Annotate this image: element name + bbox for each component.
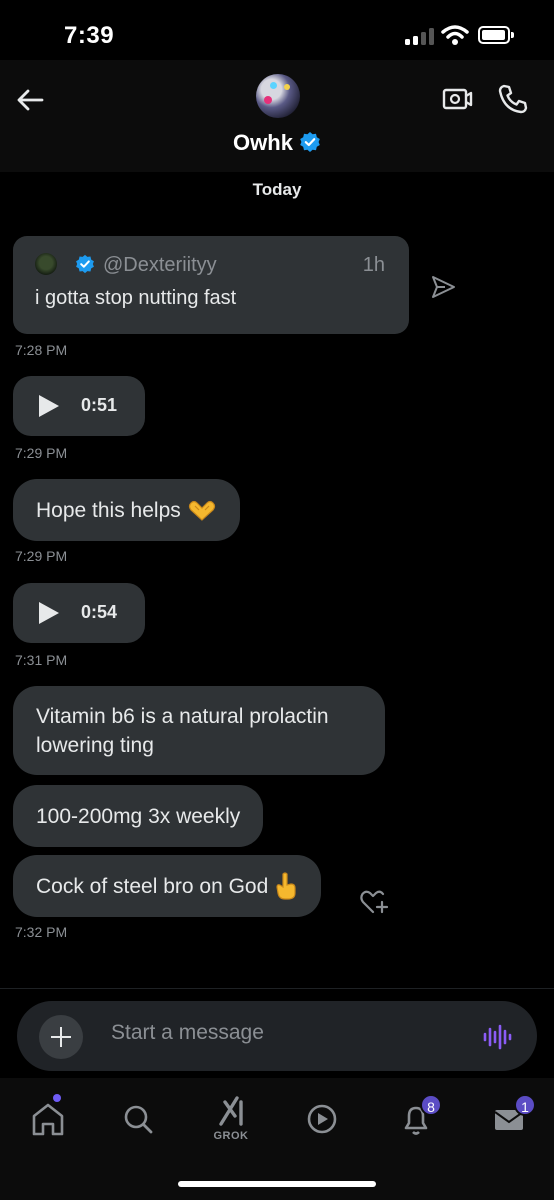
tab-messages[interactable]: 1 bbox=[486, 1094, 536, 1144]
home-unread-dot bbox=[53, 1094, 61, 1102]
message-input[interactable]: Start a message bbox=[111, 1021, 441, 1051]
message-text: Cock of steel bro on God bbox=[36, 874, 269, 898]
quoted-user-avatar bbox=[35, 253, 57, 275]
pointing-up-emoji bbox=[276, 872, 296, 900]
tab-grok[interactable]: GROK bbox=[207, 1094, 255, 1144]
contact-avatar[interactable] bbox=[256, 74, 300, 118]
play-icon[interactable] bbox=[39, 602, 59, 624]
conversation-header: Owhk bbox=[0, 60, 554, 172]
back-arrow-icon[interactable] bbox=[12, 82, 48, 118]
composer-area: Start a message bbox=[0, 988, 554, 1078]
share-send-icon[interactable] bbox=[428, 272, 458, 302]
contact-name-text: Owhk bbox=[233, 130, 293, 155]
home-indicator bbox=[178, 1181, 376, 1187]
message-timestamp: 7:29 PM bbox=[15, 445, 68, 461]
contact-name[interactable]: Owhk bbox=[0, 130, 554, 156]
play-icon[interactable] bbox=[39, 395, 59, 417]
cellular-signal-icon bbox=[405, 27, 435, 45]
messages-count-badge: 1 bbox=[514, 1094, 536, 1116]
wifi-icon bbox=[441, 25, 469, 45]
status-bar: 7:39 bbox=[0, 0, 554, 60]
message-timestamp: 7:28 PM bbox=[15, 342, 68, 358]
message-bubble[interactable]: Vitamin b6 is a natural prolactin loweri… bbox=[13, 686, 385, 775]
quoted-post-bubble[interactable]: @Dexteriityy 1h i gotta stop nutting fas… bbox=[13, 236, 409, 334]
voice-message-bubble[interactable]: 0:54 bbox=[13, 583, 145, 643]
status-time: 7:39 bbox=[64, 22, 115, 49]
message-bubble[interactable]: 100-200mg 3x weekly bbox=[13, 785, 264, 847]
quoted-post-text: i gotta stop nutting fast bbox=[35, 287, 237, 309]
grok-icon bbox=[219, 1096, 243, 1126]
message-timestamp: 7:32 PM bbox=[15, 924, 68, 940]
search-icon[interactable] bbox=[114, 1094, 162, 1144]
video-call-icon[interactable] bbox=[440, 82, 474, 116]
video-play-icon[interactable] bbox=[298, 1094, 346, 1144]
heart-hands-emoji bbox=[188, 500, 215, 521]
grok-label: GROK bbox=[213, 1130, 249, 1142]
notifications-count-badge: 8 bbox=[420, 1094, 442, 1116]
voice-duration: 0:54 bbox=[81, 602, 118, 622]
message-bubble[interactable]: Cock of steel bro on God bbox=[13, 855, 322, 917]
voice-record-icon[interactable] bbox=[481, 1021, 513, 1053]
battery-icon bbox=[478, 26, 514, 44]
message-timestamp: 7:31 PM bbox=[15, 652, 68, 668]
date-separator: Today bbox=[252, 180, 302, 199]
message-timestamp: 7:29 PM bbox=[15, 548, 68, 564]
voice-message-bubble[interactable]: 0:51 bbox=[13, 376, 145, 436]
phone-call-icon[interactable] bbox=[496, 82, 530, 116]
message-text: Hope this helps bbox=[36, 498, 181, 522]
quoted-post-time: 1h bbox=[362, 254, 385, 276]
home-icon[interactable] bbox=[24, 1094, 72, 1144]
verified-badge-icon bbox=[300, 132, 320, 152]
tab-notifications[interactable]: 8 bbox=[392, 1094, 442, 1144]
message-text: 100-200mg 3x weekly bbox=[36, 804, 241, 828]
attach-plus-icon[interactable] bbox=[39, 1015, 83, 1059]
message-bubble[interactable]: Hope this helps bbox=[13, 479, 240, 541]
verified-badge-icon bbox=[76, 254, 94, 274]
voice-duration: 0:51 bbox=[81, 395, 118, 415]
message-composer: Start a message bbox=[17, 1001, 537, 1071]
add-reaction-heart-icon[interactable] bbox=[358, 886, 392, 916]
message-text: Vitamin b6 is a natural prolactin loweri… bbox=[36, 704, 329, 757]
quoted-user-handle: @Dexteriityy bbox=[103, 254, 217, 276]
